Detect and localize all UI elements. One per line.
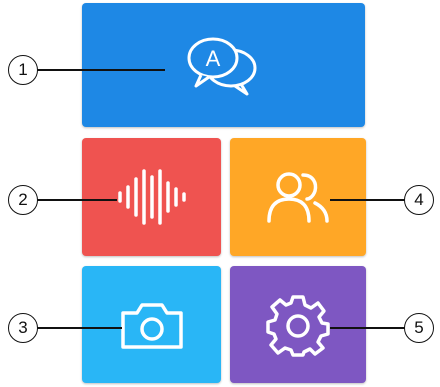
contacts-tile[interactable] [230, 138, 366, 256]
camera-icon [120, 302, 183, 349]
callout-1: 1 [8, 55, 38, 85]
callout-5: 5 [404, 313, 434, 343]
callout-3-leader [37, 327, 122, 329]
callout-4: 4 [404, 185, 434, 215]
callout-2: 2 [8, 185, 38, 215]
people-icon [267, 172, 329, 223]
callout-5-leader [330, 327, 405, 329]
chat-tile[interactable]: A [82, 3, 365, 127]
sound-wave-icon [117, 169, 186, 225]
callout-3: 3 [8, 313, 38, 343]
gear-icon [266, 294, 330, 357]
callout-4-leader [330, 199, 405, 201]
voice-tile[interactable] [82, 138, 221, 256]
chat-bubbles-icon: A [187, 37, 256, 96]
callout-2-leader [37, 199, 117, 201]
chat-icon-letter: A [205, 46, 220, 71]
callout-1-leader [37, 69, 165, 71]
settings-tile[interactable] [230, 266, 366, 383]
camera-tile[interactable] [82, 266, 221, 383]
